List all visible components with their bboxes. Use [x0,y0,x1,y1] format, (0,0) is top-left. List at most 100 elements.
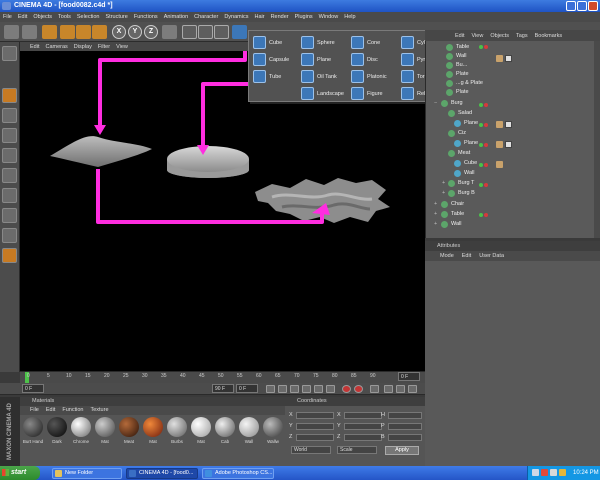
rotation-b-field[interactable] [388,434,422,441]
previous-key-icon[interactable] [278,385,287,393]
viewport-menu-cameras[interactable]: Cameras [45,44,67,50]
rotation-p-field[interactable] [388,423,422,430]
coordinate-scale-select[interactable]: Scale [337,446,377,454]
network-icon[interactable] [532,469,539,476]
render-view-icon[interactable] [182,25,197,39]
object-row[interactable]: + Burg B [426,189,600,198]
maximize-button[interactable] [577,1,587,11]
object-row[interactable]: Salad [426,109,600,118]
texture-tag-icon[interactable] [505,141,512,148]
expand-toggle[interactable]: + [434,220,437,229]
expand-toggle[interactable]: + [434,210,437,219]
texture-tag-icon[interactable] [505,121,512,128]
use-texture-tool-icon[interactable] [2,108,17,123]
timeline-ruler[interactable]: 0 5 10 15 20 25 30 35 40 45 50 55 60 65 … [20,371,425,384]
coordinate-mode-select[interactable]: World [291,446,331,454]
menu-character[interactable]: Character [194,14,218,20]
coordinate-system-icon[interactable] [162,25,177,39]
rotation-h-field[interactable] [388,412,422,419]
antivirus-icon[interactable] [541,469,548,476]
material-swatch[interactable] [71,417,91,437]
menu-functions[interactable]: Functions [134,14,158,20]
mat-menu-function[interactable]: Function [62,406,83,415]
position-y-field[interactable] [296,423,334,430]
material-swatch[interactable] [191,417,211,437]
viewport-menu-edit[interactable]: Edit [30,44,39,50]
object-row[interactable]: Wall [426,169,600,178]
axis-y-button[interactable]: Y [128,25,142,39]
editor-visible-flag[interactable] [479,183,483,187]
palette-item-plane[interactable]: Plane [301,51,350,68]
material-swatch[interactable] [215,417,235,437]
menu-objects[interactable]: Objects [33,14,52,20]
menu-plugins[interactable]: Plugins [295,14,313,20]
tweak-mode-icon[interactable] [2,248,17,263]
viewport-menu-view[interactable]: View [116,44,128,50]
material-swatch[interactable] [167,417,187,437]
render-visible-flag[interactable] [484,143,488,147]
rounded-disc-mesh[interactable] [167,146,249,178]
animation-tool-icon[interactable] [2,208,17,223]
inverse-kinematics-icon[interactable] [2,228,17,243]
palette-item-capsule[interactable]: Capsule [253,51,302,68]
render-visible-flag[interactable] [484,213,488,217]
om-menu-objects[interactable]: Objects [490,33,509,39]
om-menu-tags[interactable]: Tags [516,33,528,39]
minimize-button[interactable] [566,1,576,11]
expand-toggle[interactable]: + [442,189,445,198]
object-row[interactable]: Wall [426,52,600,61]
taskbar-item-photoshop[interactable]: Adobe Photoshop CS... [202,468,274,479]
record-icon[interactable] [342,385,351,393]
mat-menu-edit[interactable]: Edit [46,406,55,415]
position-z-field[interactable] [296,434,334,441]
material-swatch[interactable] [119,417,139,437]
menu-selection[interactable]: Selection [77,14,100,20]
material-swatch[interactable] [95,417,115,437]
menu-structure[interactable]: Structure [106,14,128,20]
taskbar-item-new-folder[interactable]: New Folder [52,468,122,479]
undo-icon[interactable] [4,25,19,39]
edges-tool-icon[interactable] [2,168,17,183]
material-swatch[interactable] [143,417,163,437]
editor-visible-flag[interactable] [479,143,483,147]
object-row[interactable]: + Wall [426,220,600,229]
material-swatch[interactable] [23,417,43,437]
rotate-icon[interactable] [92,25,107,39]
keyframe-selection-icon[interactable] [370,385,379,393]
scale-key-icon[interactable] [396,385,405,393]
mat-menu-texture[interactable]: Texture [90,406,108,415]
menu-help[interactable]: Help [344,14,355,20]
move-icon[interactable] [60,25,75,39]
use-texture-axis-tool-icon[interactable] [2,128,17,143]
expand-toggle[interactable]: + [442,179,445,188]
palette-item-tube[interactable]: Tube [253,68,302,85]
expand-toggle[interactable]: + [434,200,437,209]
size-x-field[interactable] [344,412,382,419]
start-frame-field[interactable]: 0 F [22,384,44,393]
use-model-tool-icon[interactable] [2,46,17,61]
menu-animation[interactable]: Animation [164,14,188,20]
object-row[interactable]: + Table [426,210,600,219]
object-row[interactable]: Plane [426,139,600,148]
scale-icon[interactable] [76,25,91,39]
editor-visible-flag[interactable] [479,103,483,107]
object-row[interactable]: − Burg [426,99,600,108]
palette-item-sphere[interactable]: Sphere [301,34,350,51]
om-menu-bookmarks[interactable]: Bookmarks [535,33,563,39]
menu-edit[interactable]: Edit [18,14,27,20]
render-visible-flag[interactable] [484,183,488,187]
collapse-toggle[interactable]: − [434,99,437,108]
use-object-tool-icon[interactable] [2,88,17,103]
palette-item-cube[interactable]: Cube [253,34,302,51]
volume-icon[interactable] [550,469,557,476]
object-row[interactable]: Plane [426,119,600,128]
attr-menu-mode[interactable]: Mode [440,251,454,261]
object-row[interactable]: Plate [426,70,600,79]
editor-visible-flag[interactable] [479,45,483,49]
mat-menu-file[interactable]: File [30,406,39,415]
object-row[interactable]: + Chair [426,200,600,209]
render-visible-flag[interactable] [484,45,488,49]
attr-menu-edit[interactable]: Edit [462,251,471,261]
object-row[interactable]: Meat [426,149,600,158]
points-tool-icon[interactable] [2,148,17,163]
